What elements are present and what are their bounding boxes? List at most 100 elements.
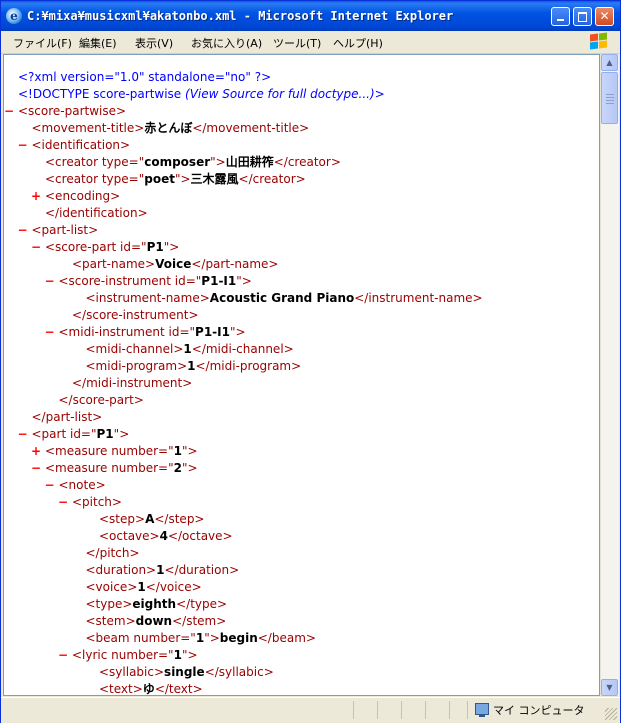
title-bar[interactable]: e C:¥mixa¥musicxml¥akatonbo.xml - Micros… <box>1 1 620 31</box>
xml-tag: <score-part id=" <box>45 240 147 254</box>
xml-val: 1 <box>173 444 182 458</box>
xml-line[interactable]: − <identification> <box>18 137 131 154</box>
collapse-toggle[interactable]: − <box>31 239 45 256</box>
xml-tag: </identification> <box>45 206 148 220</box>
menu-favorites[interactable]: お気に入り(A) <box>191 35 262 51</box>
xml-tag: "> <box>174 172 191 186</box>
xml-content-view[interactable]: <?xml version="1.0" standalone="no" ?> <!… <box>3 54 600 696</box>
xml-line[interactable]: − <pitch> <box>58 494 122 511</box>
menu-file[interactable]: ファイル(F) <box>13 35 72 51</box>
ie-logo-icon: e <box>6 8 22 24</box>
xml-tag: </part-list> <box>31 410 103 424</box>
scroll-down-button[interactable]: ▼ <box>601 679 618 696</box>
xml-text: ゆ <box>142 682 155 696</box>
collapse-toggle[interactable]: − <box>45 324 59 341</box>
xml-tag: <score-instrument id=" <box>58 274 202 288</box>
menu-help[interactable]: ヘルプ(H) <box>333 35 383 51</box>
xml-line[interactable]: − <score-part id="P1"> <box>31 239 179 256</box>
collapse-toggle[interactable]: − <box>45 477 59 494</box>
xml-line[interactable]: − <measure number="2"> <box>31 460 198 477</box>
collapse-toggle[interactable]: − <box>18 426 32 443</box>
xml-text: A <box>145 512 155 526</box>
collapse-toggle[interactable]: − <box>31 460 45 477</box>
status-separator <box>449 701 450 719</box>
xml-tag: <text> <box>99 682 143 696</box>
xml-line: <?xml version="1.0" standalone="no" ?> <box>4 69 271 86</box>
close-button[interactable]: ✕ <box>595 7 614 26</box>
xml-tag: </syllabic> <box>204 665 274 679</box>
expand-toggle[interactable]: + <box>31 443 45 460</box>
xml-tag: <voice> <box>85 580 138 594</box>
xml-tag: <step> <box>99 512 146 526</box>
xml-val: composer <box>144 155 211 169</box>
xml-tag: <part id=" <box>31 427 97 441</box>
zone-label: マイ コンピュータ <box>493 704 585 717</box>
xml-line: </midi-instrument> <box>58 375 192 392</box>
collapse-toggle[interactable]: − <box>18 222 32 239</box>
xml-line[interactable]: − <note> <box>45 477 106 494</box>
expand-toggle[interactable]: + <box>31 188 45 205</box>
maximize-icon <box>578 12 587 22</box>
xml-tag: </movement-title> <box>192 121 310 135</box>
xml-tag: <midi-instrument id=" <box>58 325 196 339</box>
xml-val: P1-I1 <box>201 274 237 288</box>
minimize-button[interactable] <box>551 7 570 26</box>
xml-text: Voice <box>155 257 192 271</box>
xml-pi: <?xml version="1.0" standalone="no" ?> <box>18 70 272 84</box>
collapse-toggle[interactable]: − <box>58 647 72 664</box>
xml-line[interactable]: − <lyric number="1"> <box>58 647 198 664</box>
xml-tag: </part-name> <box>191 257 279 271</box>
status-separator <box>401 701 402 719</box>
xml-tag: <measure number=" <box>45 461 174 475</box>
xml-val: 1 <box>195 631 205 645</box>
xml-tag: </octave> <box>167 529 233 543</box>
xml-tag: </score-instrument> <box>72 308 199 322</box>
xml-tag: <octave> <box>99 529 160 543</box>
xml-line[interactable]: + <encoding> <box>31 188 120 205</box>
collapse-toggle[interactable]: − <box>58 494 72 511</box>
xml-tag: <identification> <box>31 138 131 152</box>
vertical-scrollbar[interactable]: ▲ ▼ <box>600 54 619 696</box>
xml-tag: <type> <box>85 597 133 611</box>
xml-tag: <movement-title> <box>31 121 145 135</box>
xml-text: 1 <box>187 359 196 373</box>
xml-line: <stem>down</stem> <box>72 613 227 630</box>
xml-line[interactable]: − <part id="P1"> <box>18 426 130 443</box>
xml-tag: <instrument-name> <box>85 291 210 305</box>
status-separator <box>425 701 426 719</box>
resize-grip[interactable] <box>605 708 617 720</box>
xml-tag: </duration> <box>164 563 240 577</box>
xml-tag: </midi-channel> <box>191 342 294 356</box>
xml-line: <type>eighth</type> <box>72 596 228 613</box>
scroll-thumb[interactable] <box>601 72 618 124</box>
xml-text: single <box>164 665 205 679</box>
xml-tag: </type> <box>176 597 228 611</box>
collapse-toggle[interactable]: − <box>18 137 32 154</box>
collapse-toggle[interactable]: − <box>4 103 18 120</box>
xml-line: <beam number="1">begin</beam> <box>72 630 316 647</box>
menu-tools[interactable]: ツール(T) <box>273 35 321 51</box>
xml-tag: <pitch> <box>72 495 122 509</box>
xml-line[interactable]: − <score-partwise> <box>4 103 126 120</box>
xml-tag: "> <box>229 325 246 339</box>
up-arrow-icon: ▲ <box>606 58 613 67</box>
menu-view[interactable]: 表示(V) <box>135 35 173 51</box>
xml-text: 4 <box>159 529 168 543</box>
maximize-button[interactable] <box>573 7 592 26</box>
xml-tag: <part-name> <box>72 257 156 271</box>
xml-tag: <score-partwise> <box>18 104 127 118</box>
xml-text: 山田耕筰 <box>225 155 274 169</box>
scroll-up-button[interactable]: ▲ <box>601 54 618 71</box>
xml-line: <midi-channel>1</midi-channel> <box>72 341 294 358</box>
xml-line[interactable]: − <midi-instrument id="P1-I1"> <box>45 324 246 341</box>
collapse-toggle[interactable]: − <box>45 273 59 290</box>
menu-edit[interactable]: 編集(E) <box>79 35 117 51</box>
xml-tag: <creator type=" <box>45 155 145 169</box>
xml-line[interactable]: − <score-instrument id="P1-I1"> <box>45 273 252 290</box>
xml-text: down <box>135 614 173 628</box>
xml-tag: </text> <box>154 682 203 696</box>
xml-line[interactable]: − <part-list> <box>18 222 99 239</box>
xml-text: 1 <box>137 580 146 594</box>
xml-line[interactable]: + <measure number="1"> <box>31 443 198 460</box>
xml-line: <duration>1</duration> <box>72 562 240 579</box>
